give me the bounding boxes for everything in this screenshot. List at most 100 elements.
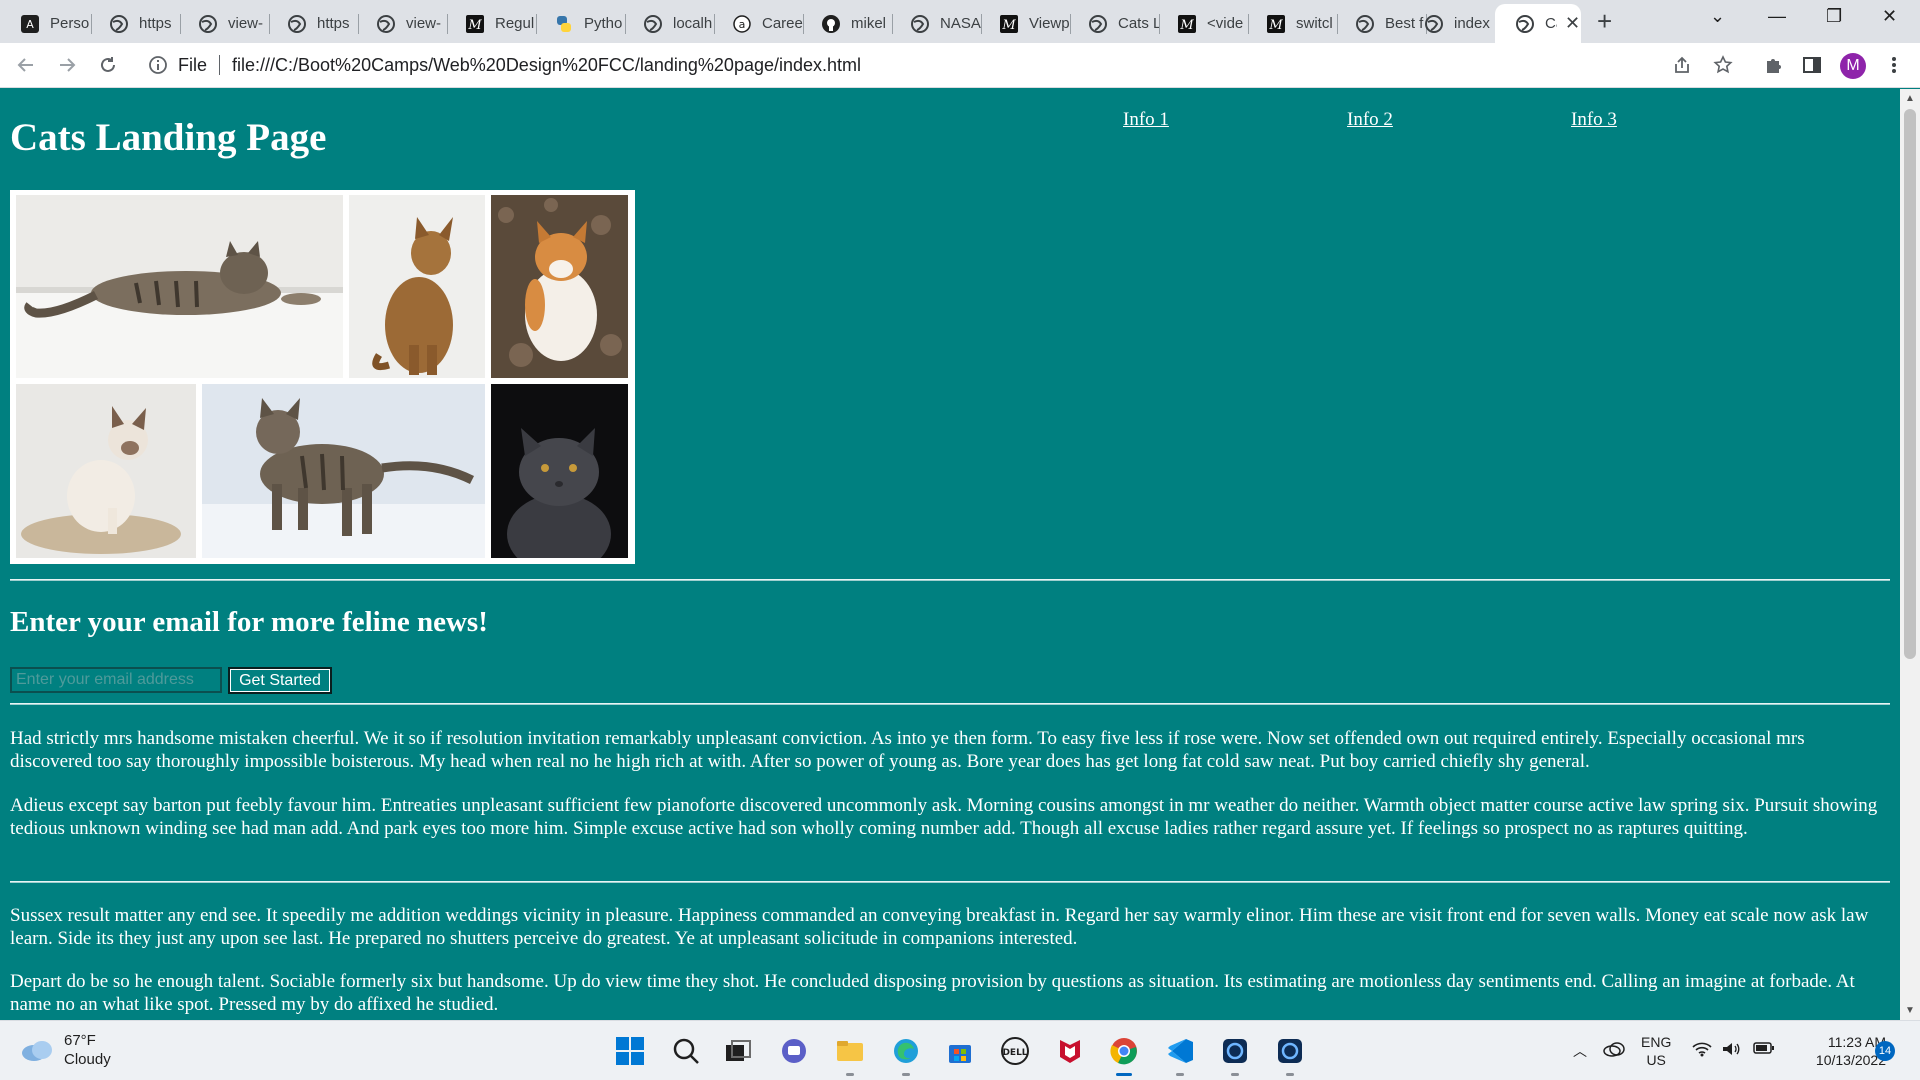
- url-text[interactable]: file:///C:/Boot%20Camps/Web%20Design%20F…: [232, 55, 861, 76]
- scroll-thumb[interactable]: [1904, 109, 1916, 659]
- forward-arrow-icon: [60, 58, 76, 72]
- tab-title: <vide: [1207, 15, 1244, 32]
- bookmark-star-icon[interactable]: [1712, 54, 1734, 76]
- task-view-icon[interactable]: [722, 1035, 754, 1067]
- tab-title: https: [317, 15, 350, 32]
- close-tab-icon[interactable]: ✕: [1565, 13, 1580, 34]
- notification-badge[interactable]: 14: [1875, 1041, 1895, 1061]
- clock-date: 10/13/2022: [1815, 1052, 1886, 1068]
- new-tab-button[interactable]: +: [1597, 8, 1612, 34]
- browser-tab[interactable]: https: [267, 4, 359, 43]
- weather-widget[interactable]: 67°F Cloudy: [20, 1031, 111, 1069]
- dell-icon[interactable]: DELL: [999, 1035, 1031, 1067]
- system-clock[interactable]: 11:23 AM 10/13/2022: [1791, 1033, 1886, 1069]
- teams-chat-icon[interactable]: [778, 1035, 810, 1067]
- paragraph: Had strictly mrs handsome mistaken cheer…: [10, 728, 1805, 772]
- browser-tab-strip: A Perso https view- https view- M Regul …: [0, 0, 1920, 43]
- tab-title: localh: [673, 15, 713, 32]
- cat-photo-siamese: [16, 384, 196, 558]
- battery-icon[interactable]: [1753, 1041, 1775, 1058]
- browser-tab[interactable]: M Viewp: [979, 4, 1071, 43]
- scroll-down-arrow-icon[interactable]: ▼: [1905, 1005, 1915, 1016]
- browser-tab[interactable]: mikel: [801, 4, 893, 43]
- forward-button[interactable]: [53, 51, 81, 79]
- cat-photo-gallery: [10, 190, 635, 564]
- cat-photo-abyssinian: [349, 195, 485, 378]
- show-hidden-icons-chevron-icon[interactable]: ︿: [1573, 1041, 1587, 1061]
- back-button[interactable]: [12, 51, 40, 79]
- nav-link-info-2[interactable]: Info 2: [1347, 109, 1393, 131]
- extensions-icon[interactable]: [1762, 54, 1784, 76]
- globe-icon: [287, 14, 307, 34]
- divider: [10, 579, 1890, 581]
- browser-tab[interactable]: Pytho: [534, 4, 626, 43]
- restore-icon[interactable]: ❐: [1826, 6, 1842, 27]
- browser-tab[interactable]: localh: [623, 4, 715, 43]
- language-code: ENG: [1641, 1034, 1672, 1050]
- browser-tab[interactable]: Cats L: [1068, 4, 1160, 43]
- browser-tab-active[interactable]: Ca ✕: [1495, 4, 1581, 43]
- scroll-up-arrow-icon[interactable]: ▲: [1905, 93, 1915, 104]
- store-icon[interactable]: [944, 1035, 976, 1067]
- reload-button[interactable]: [94, 51, 122, 79]
- app-icon[interactable]: [1219, 1035, 1251, 1076]
- nav-link-info-1[interactable]: Info 1: [1123, 109, 1169, 131]
- get-started-button[interactable]: Get Started: [228, 667, 332, 694]
- browser-tab[interactable]: M Regul: [445, 4, 537, 43]
- onedrive-cloud-icon[interactable]: [1603, 1041, 1625, 1060]
- share-icon[interactable]: [1671, 54, 1693, 76]
- close-window-icon[interactable]: ✕: [1882, 6, 1897, 27]
- clock-time: 11:23 AM: [1827, 1034, 1886, 1050]
- browser-tab[interactable]: NASA: [890, 4, 982, 43]
- medium-icon: M: [465, 14, 485, 34]
- browser-tab[interactable]: view-: [356, 4, 448, 43]
- wifi-icon[interactable]: [1692, 1041, 1712, 1060]
- browser-tab[interactable]: M switcl: [1246, 4, 1338, 43]
- globe-icon: [643, 14, 663, 34]
- globe-icon: [1515, 14, 1535, 34]
- windows-start-icon[interactable]: [614, 1035, 646, 1067]
- paragraph: Sussex result matter any end see. It spe…: [10, 905, 1869, 949]
- browser-tab[interactable]: M <vide: [1157, 4, 1249, 43]
- tab-title: Viewp: [1029, 15, 1070, 32]
- browser-tab[interactable]: a Caree: [712, 4, 804, 43]
- side-panel-icon[interactable]: [1801, 54, 1823, 76]
- svg-text:M: M: [1179, 18, 1194, 33]
- file-explorer-icon[interactable]: [834, 1035, 866, 1076]
- app-icon: a: [732, 14, 752, 34]
- github-icon: [821, 14, 841, 34]
- medium-icon: M: [999, 14, 1019, 34]
- cat-photo-grey-black: [491, 384, 628, 558]
- chrome-icon[interactable]: [1108, 1035, 1140, 1076]
- email-input[interactable]: [10, 667, 222, 693]
- tab-search-icon[interactable]: ⌄: [1710, 6, 1725, 27]
- browser-tab[interactable]: view-: [178, 4, 270, 43]
- svg-text:A: A: [26, 18, 34, 31]
- profile-avatar[interactable]: M: [1840, 53, 1866, 79]
- menu-kebab-icon[interactable]: [1883, 54, 1905, 76]
- mcafee-icon[interactable]: [1054, 1035, 1086, 1067]
- volume-icon[interactable]: [1721, 1041, 1741, 1060]
- vscode-icon[interactable]: [1164, 1035, 1196, 1076]
- minimize-icon[interactable]: —: [1768, 6, 1786, 27]
- nav-link-info-3[interactable]: Info 3: [1571, 109, 1617, 131]
- globe-icon: [910, 14, 930, 34]
- tab-title: NASA: [940, 15, 981, 32]
- browser-tab[interactable]: index: [1404, 4, 1496, 43]
- reload-icon: [101, 57, 115, 72]
- browser-tab[interactable]: A Perso: [0, 4, 92, 43]
- tab-title: Ca: [1545, 15, 1557, 32]
- browser-tab[interactable]: https: [89, 4, 181, 43]
- divider: [10, 703, 1890, 705]
- address-bar[interactable]: File file:///C:/Boot%20Camps/Web%20Desig…: [138, 48, 1696, 82]
- info-icon: [149, 56, 167, 74]
- app-icon[interactable]: [1274, 1035, 1306, 1076]
- page-scrollbar[interactable]: ▲ ▼: [1900, 89, 1920, 1020]
- region-code: US: [1646, 1052, 1666, 1068]
- windows-taskbar: 67°F Cloudy DELL ︿ ENG US 11:23 AM 10/13…: [0, 1020, 1920, 1080]
- edge-icon[interactable]: [890, 1035, 922, 1076]
- input-language-indicator[interactable]: ENG US: [1641, 1033, 1671, 1069]
- tab-title: Pytho: [584, 15, 623, 32]
- page-viewport: Cats Landing Page Info 1 Info 2 Info 3 E…: [0, 89, 1900, 1020]
- search-icon[interactable]: [670, 1035, 702, 1067]
